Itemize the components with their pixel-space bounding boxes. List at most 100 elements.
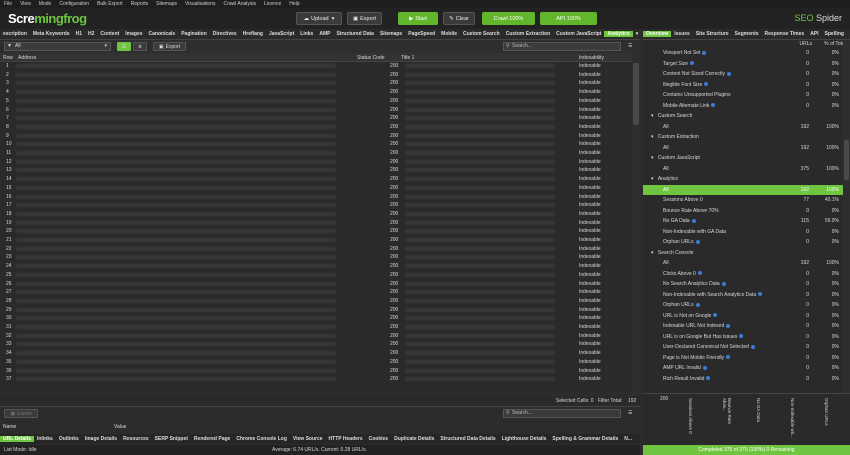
tab-pagination[interactable]: Pagination (178, 31, 210, 37)
overview-item[interactable]: URL is on Google But Has Issues 0 0% (643, 332, 843, 343)
col-status[interactable]: Status Code (357, 55, 385, 61)
lower-tab-http-headers[interactable]: HTTP Headers (326, 436, 366, 442)
menu-item-view[interactable]: View (20, 1, 31, 7)
table-row[interactable]: 26 200 Indexable (0, 280, 632, 288)
lower-tab-structured-data-details[interactable]: Structured Data Details (437, 436, 498, 442)
table-row[interactable]: 11 200 Indexable (0, 149, 632, 157)
upload-button[interactable]: ☁ Upload ▾ (296, 12, 342, 25)
menu-item-reports[interactable]: Reports (131, 1, 149, 7)
expand-arrow-icon[interactable]: ▾ (651, 134, 655, 140)
menu-item-licence[interactable]: Licence (264, 1, 281, 7)
table-row[interactable]: 31 200 Indexable (0, 323, 632, 331)
lower-tab-n-[interactable]: N... (621, 436, 635, 442)
tab-escription[interactable]: escription (0, 31, 30, 37)
overview-item[interactable]: All 375 100% (643, 164, 843, 175)
right-tab-overview[interactable]: Overview (643, 31, 672, 37)
tab-analytics[interactable]: Analytics (604, 31, 633, 37)
lower-tab-serp-snippet[interactable]: SERP Snippet (152, 436, 191, 442)
overview-item[interactable]: Contains Unsupported Plugins 0 0% (643, 90, 843, 101)
table-row[interactable]: 2 200 Indexable (0, 71, 632, 79)
table-row[interactable]: 18 200 Indexable (0, 210, 632, 218)
tab-custom-search[interactable]: Custom Search (460, 31, 503, 37)
overview-item[interactable]: All 192 100% (643, 122, 843, 133)
overview-item[interactable]: Rich Result Invalid 0 0% (643, 374, 843, 385)
table-row[interactable]: 6 200 Indexable (0, 106, 632, 114)
overview-item[interactable]: Clicks Above 0 0 0% (643, 269, 843, 280)
lower-tab-cookies[interactable]: Cookies (366, 436, 391, 442)
table-row[interactable]: 5 200 Indexable (0, 97, 632, 105)
start-button[interactable]: ▶ Start (398, 12, 438, 25)
scroll-thumb[interactable] (633, 63, 639, 125)
list-view-button[interactable]: ☰ (117, 42, 131, 51)
tab-content[interactable]: Content (97, 31, 122, 37)
overview-item[interactable]: Illegible Font Size 0 0% (643, 80, 843, 91)
expand-arrow-icon[interactable]: ▾ (651, 155, 655, 161)
overview-item[interactable]: Target Size 0 0% (643, 59, 843, 70)
right-tab-response-times[interactable]: Response Times (762, 31, 808, 37)
menu-item-crawl-analysis[interactable]: Crawl Analysis (224, 1, 257, 7)
overview-item[interactable]: No Search Analytics Data 0 0% (643, 279, 843, 290)
overview-item[interactable]: Viewport Not Set 0 0% (643, 48, 843, 59)
lower-tab-view-source[interactable]: View Source (290, 436, 326, 442)
overview-item[interactable]: All 192 100% (643, 184, 843, 195)
tab-images[interactable]: Images (122, 31, 145, 37)
tabs-dropdown-icon[interactable]: ▾ (633, 31, 640, 37)
tab-directives[interactable]: Directives (210, 31, 240, 37)
table-row[interactable]: 22 200 Indexable (0, 245, 632, 253)
clear-button[interactable]: ✎ Clear (443, 12, 475, 25)
table-row[interactable]: 16 200 Indexable (0, 193, 632, 201)
lower-export-button[interactable]: ▣ Export (4, 409, 38, 418)
table-row[interactable]: 15 200 Indexable (0, 184, 632, 192)
menu-item-file[interactable]: File (4, 1, 12, 7)
table-row[interactable]: 37 200 Indexable (0, 375, 632, 383)
table-row[interactable]: 34 200 Indexable (0, 349, 632, 357)
tab-h2[interactable]: H2 (85, 31, 97, 37)
menu-item-configuration[interactable]: Configuration (59, 1, 89, 7)
lower-tab-outlinks[interactable]: Outlinks (56, 436, 82, 442)
table-row[interactable]: 1 200 Indexable (0, 62, 632, 70)
col-indexability[interactable]: Indexability (579, 55, 604, 61)
filter-select[interactable]: ▼ All ▾ (4, 42, 111, 51)
tab-canonicals[interactable]: Canonicals (146, 31, 179, 37)
table-row[interactable]: 29 200 Indexable (0, 306, 632, 314)
table-row[interactable]: 20 200 Indexable (0, 227, 632, 235)
overview-item[interactable]: No GA Data 115 59.9% (643, 216, 843, 227)
overview-item[interactable]: Non-Indexable with GA Data 0 0% (643, 227, 843, 238)
tab-hreflang[interactable]: Hreflang (240, 31, 266, 37)
table-row[interactable]: 12 200 Indexable (0, 158, 632, 166)
right-tab-site-structure[interactable]: Site Structure (693, 31, 732, 37)
grid-scrollbar[interactable] (632, 53, 640, 398)
overview-item[interactable]: URL is Not on Google 0 0% (643, 311, 843, 322)
menu-item-sitemaps[interactable]: Sitemaps (156, 1, 177, 7)
table-row[interactable]: 36 200 Indexable (0, 367, 632, 375)
table-row[interactable]: 35 200 Indexable (0, 358, 632, 366)
overview-item[interactable]: All 192 100% (643, 258, 843, 269)
export-button[interactable]: ▣ Export (347, 12, 382, 25)
overview-section[interactable]: ▾ Custom Search (643, 111, 843, 122)
expand-arrow-icon[interactable]: ▾ (651, 176, 655, 182)
menu-item-help[interactable]: Help (289, 1, 299, 7)
overview-section[interactable]: ▾ Custom Extraction (643, 132, 843, 143)
lower-tab-inlinks[interactable]: Inlinks (34, 436, 56, 442)
tab-mobile[interactable]: Mobile (438, 31, 460, 37)
table-row[interactable]: 4 200 Indexable (0, 88, 632, 96)
tab-amp[interactable]: AMP (316, 31, 333, 37)
table-row[interactable]: 24 200 Indexable (0, 262, 632, 270)
right-tab-spelling[interactable]: Spelling (822, 31, 847, 37)
table-row[interactable]: 10 200 Indexable (0, 140, 632, 148)
lower-tab-spelling-grammar-details[interactable]: Spelling & Grammar Details (549, 436, 621, 442)
table-row[interactable]: 25 200 Indexable (0, 271, 632, 279)
col-address[interactable]: Address (18, 55, 36, 61)
overview-item[interactable]: Indexable URL Not Indexed 0 0% (643, 321, 843, 332)
overview-scrollbar[interactable] (843, 40, 850, 393)
overview-section[interactable]: ▾ Custom JavaScript (643, 153, 843, 164)
settings-icon[interactable]: ☰ (628, 43, 632, 49)
table-row[interactable]: 27 200 Indexable (0, 288, 632, 296)
tab-links[interactable]: Links (297, 31, 316, 37)
right-tab-segments[interactable]: Segments (732, 31, 762, 37)
overview-item[interactable]: Mobile Alternate Link 0 0% (643, 101, 843, 112)
table-row[interactable]: 19 200 Indexable (0, 219, 632, 227)
overview-item[interactable]: Non-Indexable with Search Analytics Data… (643, 290, 843, 301)
overview-item[interactable]: Bounce Rate Above 70% 0 0% (643, 206, 843, 217)
scroll-thumb[interactable] (844, 140, 849, 180)
